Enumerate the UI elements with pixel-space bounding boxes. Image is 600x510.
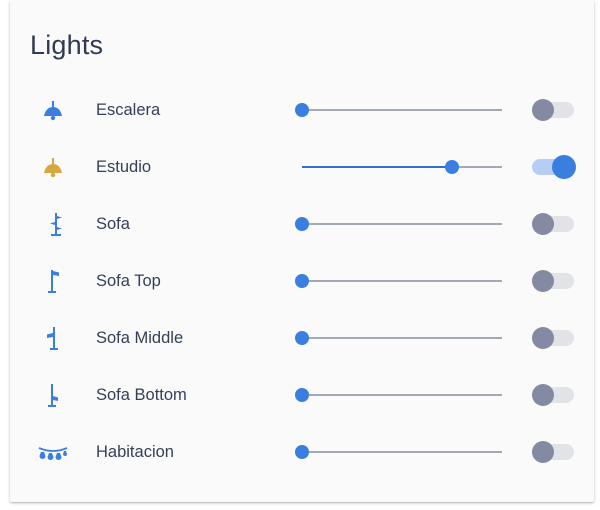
floor-lamp-bottom-icon[interactable] [38, 383, 68, 407]
ceiling-lamp-icon[interactable] [38, 155, 68, 179]
brightness-slider[interactable] [295, 328, 502, 348]
light-name[interactable]: Estudio [96, 158, 151, 177]
power-toggle[interactable] [532, 213, 576, 235]
light-name[interactable]: Sofa Bottom [96, 386, 187, 405]
power-toggle[interactable] [532, 99, 576, 121]
toggle-knob[interactable] [532, 384, 554, 406]
floor-lamp-top-icon[interactable] [38, 269, 68, 293]
power-toggle[interactable] [532, 270, 576, 292]
slider-thumb[interactable] [445, 160, 459, 174]
brightness-slider[interactable] [295, 271, 502, 291]
toggle-knob[interactable] [532, 270, 554, 292]
toggle-knob[interactable] [532, 213, 554, 235]
light-row: Sofa [10, 204, 594, 244]
light-row: Sofa Top [10, 261, 594, 301]
light-row: Estudio [10, 147, 594, 187]
card-title: Lights [30, 30, 104, 60]
brightness-slider[interactable] [295, 442, 502, 462]
slider-thumb[interactable] [295, 217, 309, 231]
light-name[interactable]: Sofa Top [96, 272, 161, 291]
power-toggle[interactable] [532, 327, 576, 349]
slider-track[interactable] [302, 337, 502, 339]
brightness-slider[interactable] [295, 100, 502, 120]
toggle-knob[interactable] [532, 327, 554, 349]
power-toggle[interactable] [532, 384, 576, 406]
ceiling-lamp-icon[interactable] [38, 98, 68, 122]
slider-track[interactable] [302, 109, 502, 111]
light-row: Sofa Middle [10, 318, 594, 358]
brightness-slider[interactable] [295, 214, 502, 234]
string-lights-icon[interactable] [38, 440, 68, 464]
light-row: Habitacion [10, 432, 594, 472]
slider-thumb[interactable] [295, 274, 309, 288]
light-name[interactable]: Escalera [96, 101, 160, 120]
slider-thumb[interactable] [295, 445, 309, 459]
brightness-slider[interactable] [295, 385, 502, 405]
slider-thumb[interactable] [295, 103, 309, 117]
power-toggle[interactable] [532, 155, 576, 179]
light-name[interactable]: Sofa [96, 215, 130, 234]
light-name[interactable]: Sofa Middle [96, 329, 183, 348]
floor-lamp-multi-icon[interactable] [38, 212, 68, 236]
light-row: Sofa Bottom [10, 375, 594, 415]
lights-card: Lights Escalera Estudio Sofa Sofa Top So… [10, 0, 594, 502]
slider-track[interactable] [302, 451, 502, 453]
power-toggle[interactable] [532, 441, 576, 463]
slider-track[interactable] [302, 394, 502, 396]
slider-track[interactable] [302, 280, 502, 282]
light-row: Escalera [10, 90, 594, 130]
floor-lamp-middle-icon[interactable] [38, 326, 68, 350]
slider-thumb[interactable] [295, 388, 309, 402]
toggle-knob[interactable] [532, 99, 554, 121]
toggle-knob[interactable] [552, 155, 576, 179]
slider-track[interactable] [302, 223, 502, 225]
slider-thumb[interactable] [295, 331, 309, 345]
slider-fill [302, 166, 452, 168]
toggle-knob[interactable] [532, 441, 554, 463]
brightness-slider[interactable] [302, 157, 502, 177]
light-name[interactable]: Habitacion [96, 443, 174, 462]
